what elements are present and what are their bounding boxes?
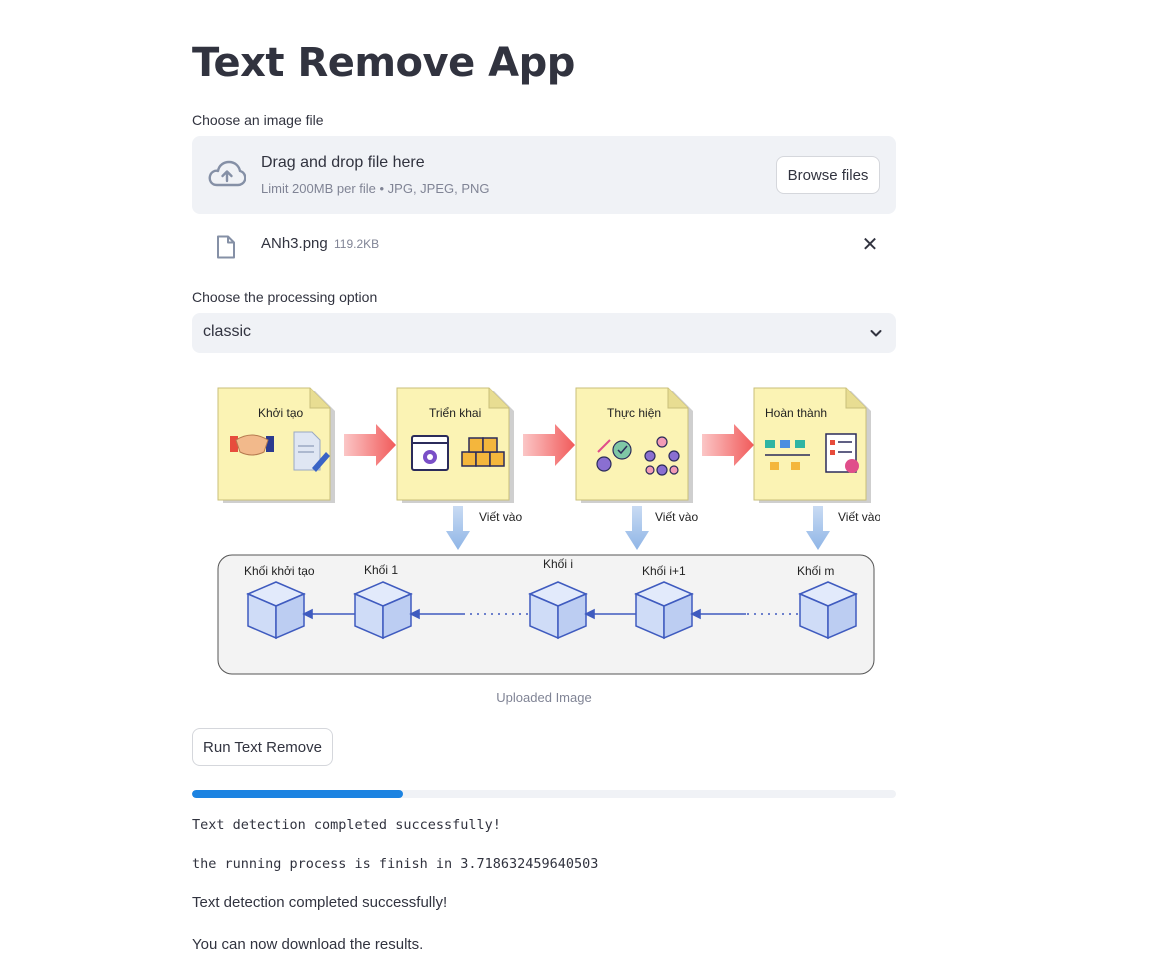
- processing-option-select[interactable]: classic: [192, 313, 896, 353]
- write-label-3: Viết vào: [838, 510, 880, 524]
- write-arrow-2: Viết vào: [625, 506, 698, 550]
- stage-note-4: Hoàn thành: [753, 387, 871, 503]
- chevron-down-icon: [870, 330, 882, 337]
- handshake-icon: [230, 434, 274, 456]
- status-message: Text detection completed successfully!: [192, 894, 448, 911]
- uploaded-file-row: ANh3.png 119.2KB ✕: [192, 226, 896, 266]
- cube-icon: [528, 581, 588, 640]
- block-label-m: Khối m: [797, 564, 834, 578]
- write-label-2: Viết vào: [655, 510, 698, 524]
- uploaded-file-name: ANh3.png: [261, 235, 328, 252]
- cube-icon: [246, 581, 306, 640]
- close-icon[interactable]: ✕: [860, 235, 880, 255]
- stage-label-3: Thực hiện: [607, 406, 661, 420]
- download-message: You can now download the results.: [192, 936, 424, 953]
- processing-option-value: classic: [203, 323, 252, 340]
- write-label-1: Viết vào: [479, 510, 522, 524]
- arrow-right-icon: [344, 424, 396, 466]
- dropzone-title: Drag and drop file here: [261, 154, 425, 171]
- uploaded-file-size: 119.2KB: [334, 237, 380, 251]
- code-output-line: the running process is finish in 3.71863…: [192, 856, 599, 872]
- stage-label-2: Triển khai: [429, 406, 481, 420]
- progress-bar: [192, 790, 896, 798]
- file-uploader-label: Choose an image file: [192, 112, 324, 128]
- image-caption: Uploaded Image: [496, 690, 592, 705]
- file-dropzone[interactable]: Drag and drop file here Limit 200MB per …: [192, 136, 896, 214]
- processing-option-label: Choose the processing option: [192, 289, 378, 305]
- write-arrow-3: Viết vào: [806, 506, 880, 550]
- cube-icon: [798, 581, 858, 640]
- stage-note-2: Triển khai: [396, 387, 514, 503]
- write-arrow-1: Viết vào: [446, 506, 522, 550]
- block-label-i: Khối i: [543, 557, 573, 571]
- blocks-icon: [461, 437, 505, 467]
- file-icon: [217, 235, 235, 259]
- cube-icon: [634, 581, 694, 640]
- progress-bar-fill: [192, 790, 404, 798]
- page-title: Text Remove App: [192, 40, 575, 86]
- stage-label-1: Khởi tạo: [258, 406, 304, 420]
- uploaded-image: Khởi tạo Triển khai Thực hiện Hoàn thành…: [217, 387, 880, 675]
- arrow-right-icon: [523, 424, 575, 466]
- run-text-remove-button[interactable]: Run Text Remove: [192, 728, 333, 766]
- block-label-genesis: Khối khởi tạo: [244, 564, 315, 578]
- block-label-i-plus-1: Khối i+1: [642, 564, 686, 578]
- settings-window-icon: [411, 435, 449, 471]
- cloud-upload-icon: [208, 160, 246, 187]
- dropzone-limit-text: Limit 200MB per file • JPG, JPEG, PNG: [261, 181, 490, 196]
- block-label-1: Khối 1: [364, 563, 398, 577]
- stage-note-3: Thực hiện: [575, 387, 693, 503]
- stage-label-4: Hoàn thành: [765, 406, 827, 420]
- checklist-icon: [825, 433, 859, 473]
- code-output-line: Text detection completed successfully!: [192, 817, 501, 833]
- arrow-right-icon: [702, 424, 754, 466]
- stage-note-1: Khởi tạo: [217, 387, 335, 503]
- cube-icon: [353, 581, 413, 640]
- browse-files-button[interactable]: Browse files: [776, 156, 880, 194]
